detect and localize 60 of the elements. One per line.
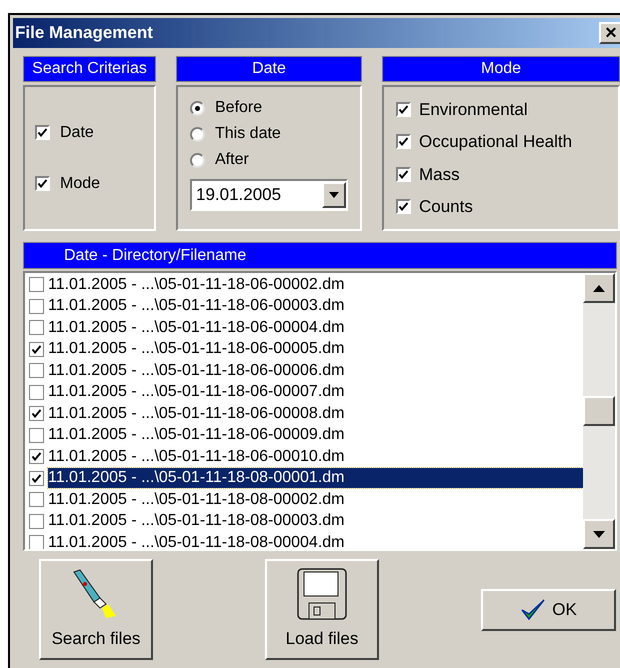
file-list-item[interactable]: 11.01.2005 - ...\05-01-11-18-06-00003.dm (48, 296, 583, 316)
load-files-button[interactable]: Load files (265, 559, 379, 660)
scroll-thumb[interactable] (583, 396, 615, 426)
file-list-item[interactable]: 11.01.2005 - ...\05-01-11-18-06-00009.dm (48, 425, 583, 446)
checkmark-icon (520, 598, 546, 622)
file-list-item[interactable]: 11.01.2005 - ...\05-01-11-18-06-00006.dm (48, 360, 583, 381)
checkbox-label: Occupational Health (419, 131, 572, 153)
checkbox[interactable] (29, 342, 44, 357)
checkbox[interactable] (29, 277, 44, 292)
scroll-up-icon[interactable] (583, 273, 615, 303)
close-button[interactable]: × (599, 22, 620, 44)
checkbox[interactable] (35, 125, 50, 140)
file-list-item[interactable]: 11.01.2005 - ...\05-01-11-18-06-00007.dm (48, 382, 583, 402)
checkbox[interactable] (396, 166, 411, 182)
checkbox-label: Mass (419, 164, 460, 186)
search-files-button[interactable]: Search files (39, 559, 153, 660)
file-list-item[interactable]: 11.01.2005 - ...\05-01-11-18-08-00001.dm (48, 468, 583, 488)
file-list-item[interactable]: 11.01.2005 - ...\05-01-11-18-06-00005.dm (48, 339, 583, 360)
file-list-item[interactable]: 11.01.2005 - ...\05-01-11-18-06-00010.dm (48, 446, 583, 467)
group-header: Mode (382, 56, 620, 82)
scrollbar[interactable] (583, 273, 615, 549)
checkbox[interactable] (35, 176, 50, 191)
checkbox[interactable] (29, 428, 44, 443)
scroll-down-icon[interactable] (583, 519, 615, 549)
checkbox[interactable] (29, 535, 44, 549)
file-list-item[interactable]: 11.01.2005 - ...\05-01-11-18-08-00004.dm (48, 532, 583, 549)
group-header: Date (176, 56, 362, 82)
radio-button[interactable] (190, 152, 205, 168)
checkbox[interactable] (396, 134, 411, 150)
checkbox[interactable] (29, 514, 44, 529)
radio-button[interactable] (190, 100, 205, 116)
file-list-item[interactable]: 11.01.2005 - ...\05-01-11-18-08-00003.dm (48, 511, 583, 532)
radio-label: After (215, 150, 249, 170)
checkbox-label: Mode (60, 174, 100, 194)
checkbox-label: Counts (419, 196, 473, 218)
checkbox[interactable] (29, 492, 44, 508)
file-list-item[interactable]: 11.01.2005 - ...\05-01-11-18-08-00002.dm (48, 490, 583, 510)
file-list-item[interactable]: 11.01.2005 - ...\05-01-11-18-06-00008.dm (48, 404, 583, 424)
checkbox-label: Environmental (419, 98, 528, 120)
checkbox[interactable] (29, 384, 44, 400)
checkbox[interactable] (29, 320, 44, 336)
date-dropdown[interactable]: 19.01.2005 (190, 179, 348, 211)
radio-button[interactable] (190, 126, 205, 142)
group-header: Search Criterias (23, 56, 156, 82)
radio-label: This date (215, 124, 281, 144)
file-list-item[interactable]: 11.01.2005 - ...\05-01-11-18-06-00004.dm (48, 318, 583, 338)
window-title: File Management (15, 22, 153, 44)
checkbox[interactable] (29, 470, 44, 486)
checkbox[interactable] (396, 199, 411, 214)
dropdown-value: 19.01.2005 (196, 184, 282, 206)
list-header: Date - Directory/Filename (23, 242, 617, 269)
checkbox[interactable] (396, 102, 411, 117)
checkbox[interactable] (29, 298, 44, 314)
file-list-item[interactable]: 11.01.2005 - ...\05-01-11-18-06-00002.dm (48, 274, 583, 295)
checkbox-label: Date (60, 122, 94, 142)
ok-button[interactable]: OK (481, 588, 616, 630)
checkbox[interactable] (29, 449, 44, 464)
checkbox[interactable] (29, 406, 44, 422)
radio-label: Before (215, 98, 262, 118)
checkbox[interactable] (29, 363, 44, 378)
